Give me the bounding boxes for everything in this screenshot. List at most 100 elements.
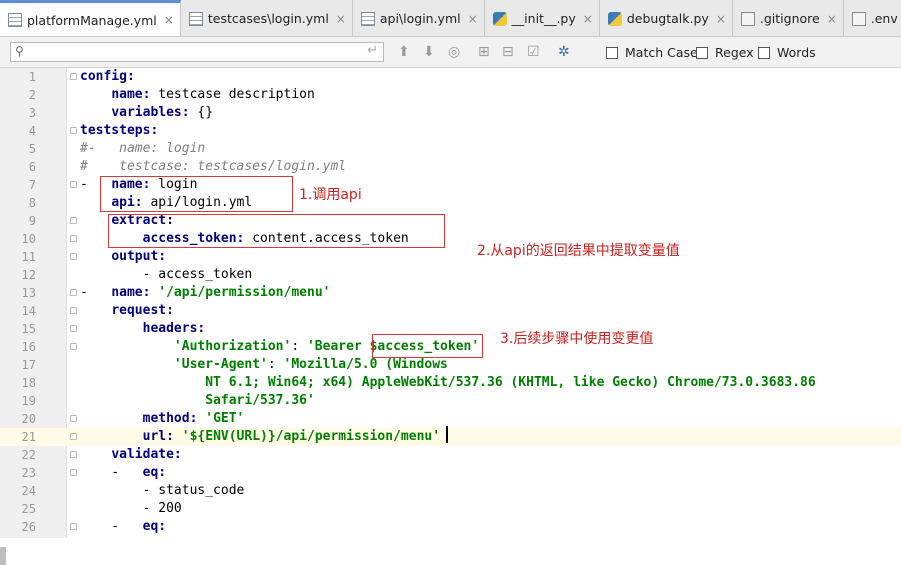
- fold-marker-icon[interactable]: [70, 307, 77, 314]
- new-line-icon[interactable]: ↵: [367, 43, 378, 58]
- code-text: method: 'GET': [80, 410, 245, 428]
- code-token: method:: [142, 411, 198, 426]
- fold-marker-icon[interactable]: [70, 415, 77, 422]
- line-number: 7: [28, 178, 36, 192]
- fold-marker-icon[interactable]: [70, 73, 77, 80]
- highlight-box-token-usage: [372, 334, 483, 358]
- fold-marker-icon[interactable]: [70, 181, 77, 188]
- code-line: 14 request:: [0, 302, 901, 320]
- fold-marker-icon[interactable]: [70, 343, 77, 350]
- previous-occurrence-icon[interactable]: ⬆: [398, 44, 410, 60]
- yml-file-icon: [360, 11, 375, 26]
- code-token: {}: [189, 105, 214, 120]
- code-token: #- name: login: [80, 141, 206, 156]
- regex-checkbox[interactable]: [696, 46, 708, 59]
- tab-label: api\login.yml: [379, 11, 461, 26]
- code-token: 'GET': [205, 411, 245, 426]
- code-line: 11 output:: [0, 248, 901, 266]
- code-token: 'Authorization': [173, 339, 292, 354]
- code-line: 26 - eq:: [0, 518, 901, 536]
- code-line: 22 validate:: [0, 446, 901, 464]
- tab-label: debugtalk.py: [626, 11, 709, 26]
- yml-file-icon: [8, 13, 22, 27]
- tab-platformmanage-yml[interactable]: platformManage.yml ×: [0, 0, 181, 36]
- line-number: 6: [28, 160, 36, 174]
- words-label: Words: [777, 45, 816, 60]
- fold-marker-icon[interactable]: [70, 451, 77, 458]
- fold-marker-icon[interactable]: [70, 127, 77, 134]
- code-token: -: [80, 519, 143, 534]
- close-icon[interactable]: ×: [716, 12, 726, 26]
- tab-debugtalk-py[interactable]: debugtalk.py ×: [600, 0, 733, 36]
- fold-marker-icon[interactable]: [70, 469, 77, 476]
- code-token: :: [267, 357, 284, 372]
- fold-marker-icon[interactable]: [70, 289, 77, 296]
- line-number: 24: [21, 484, 36, 498]
- code-text: variables: {}: [80, 104, 213, 122]
- line-number: 2: [28, 88, 36, 102]
- search-input[interactable]: ⚲ ↵: [10, 42, 384, 62]
- next-occurrence-icon[interactable]: ⬇: [423, 44, 435, 60]
- match-case-checkbox[interactable]: [606, 46, 618, 59]
- line-number: 4: [28, 124, 36, 138]
- close-icon[interactable]: ×: [336, 12, 346, 26]
- select-all-occurrences-icon[interactable]: ☑: [527, 44, 540, 60]
- code-editor[interactable]: 1 config: 2 name: testcase description 3 va…: [0, 68, 901, 565]
- code-line: 19 Safari/537.36': [0, 392, 901, 410]
- line-number: 25: [21, 502, 36, 516]
- tab-testcases-login-yml[interactable]: testcases\login.yml ×: [181, 0, 353, 36]
- line-number: 22: [21, 448, 36, 462]
- fold-marker-icon[interactable]: [70, 253, 77, 260]
- regex-option[interactable]: Regex: [696, 45, 754, 60]
- match-case-option[interactable]: Match Case: [606, 45, 698, 60]
- gear-icon[interactable]: ✲: [558, 44, 570, 60]
- close-icon[interactable]: ×: [468, 12, 478, 26]
- code-token: - 200: [80, 501, 182, 516]
- words-option[interactable]: Words: [758, 45, 816, 60]
- text-file-icon: [851, 11, 866, 26]
- code-token: request:: [111, 303, 174, 318]
- code-token: :: [291, 339, 307, 354]
- line-number: 17: [21, 358, 36, 372]
- tab-label: .gitignore: [759, 11, 820, 26]
- code-line: 6 # testcase: testcases/login.yml: [0, 158, 901, 176]
- tab-label: platformManage.yml: [27, 12, 157, 28]
- tab-api-login-yml[interactable]: api\login.yml ×: [353, 0, 485, 36]
- regex-label: Regex: [715, 45, 754, 60]
- line-number: 16: [21, 340, 36, 354]
- close-icon[interactable]: ×: [827, 12, 837, 26]
- code-token: '/api/permission/menu': [158, 285, 331, 300]
- tab-label: .env: [870, 11, 898, 26]
- close-icon[interactable]: ×: [164, 13, 174, 27]
- code-token: eq:: [142, 519, 167, 534]
- code-token: name:: [111, 87, 151, 102]
- scroll-marker: [0, 547, 6, 565]
- tab-env[interactable]: .env×: [844, 0, 901, 36]
- words-checkbox[interactable]: [758, 46, 770, 59]
- code-token: - access_token: [80, 267, 253, 282]
- tab-init-py[interactable]: __init__.py ×: [485, 0, 600, 36]
- code-token: NT 6.1; Win64; x64) AppleWebKit/537.36 (…: [205, 375, 816, 390]
- add-occurrence-icon[interactable]: ⊞: [478, 44, 490, 60]
- line-number: 18: [21, 376, 36, 390]
- fold-marker-icon[interactable]: [70, 235, 77, 242]
- fold-marker-icon[interactable]: [70, 217, 77, 224]
- fold-marker-icon[interactable]: [70, 325, 77, 332]
- fold-marker-icon[interactable]: [70, 523, 77, 530]
- code-token: teststeps:: [80, 123, 159, 138]
- code-text: output:: [80, 248, 166, 266]
- line-number: 20: [21, 412, 36, 426]
- close-icon[interactable]: ×: [583, 12, 593, 26]
- annotation-use-variable: 3.后续步骤中使用变更值: [500, 331, 654, 347]
- remove-occurrence-icon[interactable]: ⊟: [502, 44, 514, 60]
- line-number: 26: [21, 520, 36, 534]
- code-text: teststeps:: [80, 122, 158, 140]
- code-text: request:: [80, 302, 174, 320]
- fold-marker-icon[interactable]: [70, 433, 77, 440]
- tab-gitignore[interactable]: .gitignore ×: [733, 0, 844, 36]
- find-all-icon[interactable]: ◎: [448, 44, 460, 60]
- annotation-call-api: 1.调用api: [299, 187, 362, 203]
- code-token: variables:: [111, 105, 190, 120]
